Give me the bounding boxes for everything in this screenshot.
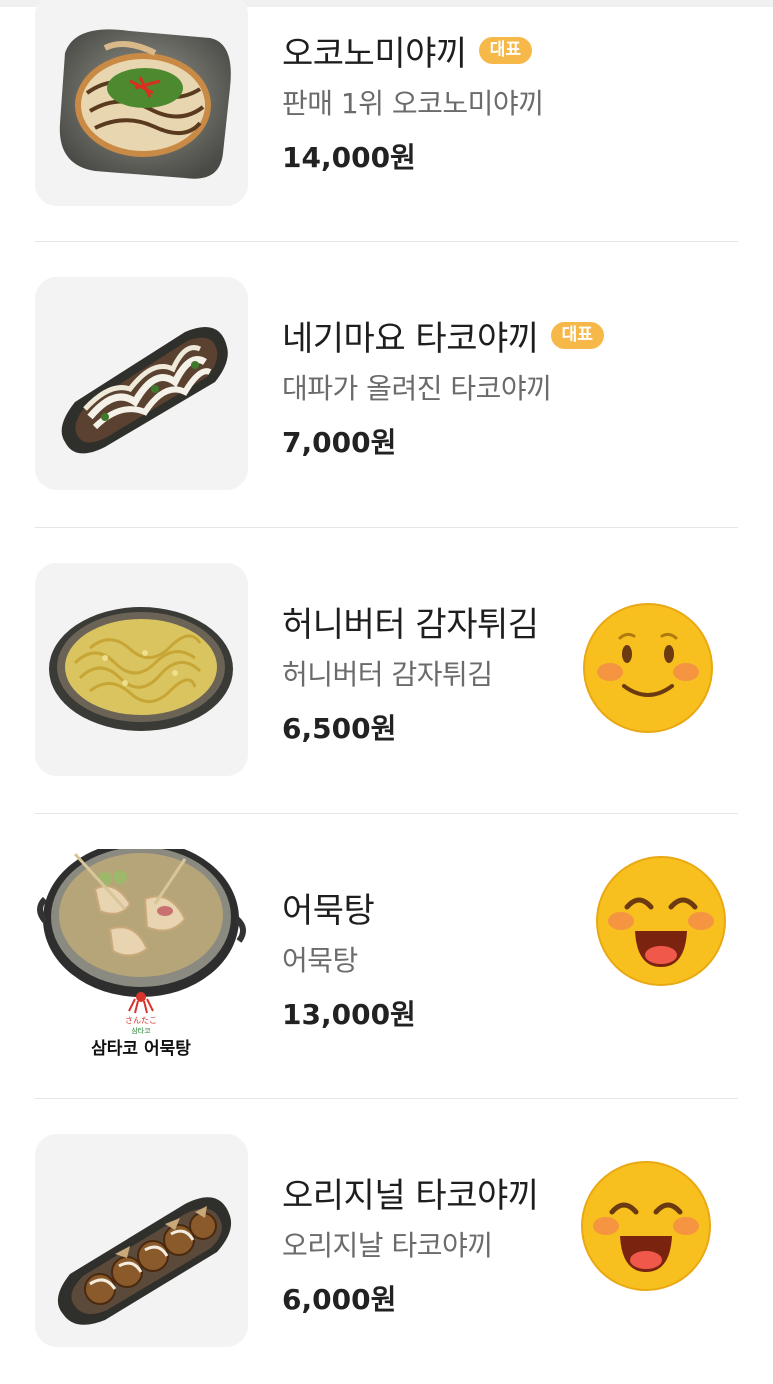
grinning-face-icon: [580, 1160, 712, 1292]
menu-item-description: 오리지날 타코야끼: [282, 1229, 493, 1262]
menu-item-price: 14,000원: [282, 141, 416, 174]
menu-item-price: 7,000원: [282, 426, 397, 459]
menu-item-description: 어묵탕: [282, 944, 358, 977]
menu-item-name: 오코노미야끼: [282, 34, 467, 74]
original-takoyaki-photo: [35, 1134, 248, 1347]
menu-item-name: 허니버터 감자튀김: [282, 605, 539, 645]
menu-item-name: 네기마요 타코야끼: [282, 319, 539, 359]
menu-item-price: 6,000원: [282, 1283, 397, 1316]
menu-item-negimayo-takoyaki[interactable]: 네기마요 타코야끼 대표 대파가 올려진 타코야끼 7,000원: [0, 241, 773, 527]
menu-item-name: 어묵탕: [282, 891, 375, 931]
image-caption-mid: 삼타코: [131, 1026, 151, 1035]
menu-item-original-takoyaki[interactable]: 오리지널 타코야끼 오리지날 타코야끼 6,000원: [0, 1098, 773, 1384]
signature-badge: 대표: [478, 37, 532, 64]
menu-item-honey-butter-fries[interactable]: 허니버터 감자튀김 허니버터 감자튀김 6,500원: [0, 527, 773, 813]
menu-item-fish-cake-soup[interactable]: さんたこ 삼타코 삼타코 어묵탕 어묵탕 어묵탕 13,000원: [0, 813, 773, 1099]
menu-item-name: 오리지널 타코야끼: [282, 1176, 539, 1216]
menu-item-description: 대파가 올려진 타코야끼: [282, 372, 552, 405]
menu-item-description: 판매 1위 오코노미야끼: [282, 87, 544, 120]
signature-badge: 대표: [550, 322, 604, 349]
okonomiyaki-photo: [35, 0, 248, 206]
negimayo-takoyaki-photo: [35, 277, 248, 490]
menu-item-price: 6,500원: [282, 712, 397, 745]
menu-item-price: 13,000원: [282, 998, 416, 1031]
image-caption-small: さんたこ: [125, 1016, 157, 1025]
image-caption: 삼타코 어묵탕: [91, 1039, 191, 1059]
menu-item-description: 허니버터 감자튀김: [282, 658, 493, 691]
honey-butter-fries-photo: [35, 563, 248, 776]
grinning-face-icon: [595, 855, 727, 987]
smiling-face-icon: [582, 602, 714, 734]
fish-cake-soup-photo: さんたこ 삼타코 삼타코 어묵탕: [35, 849, 248, 1062]
